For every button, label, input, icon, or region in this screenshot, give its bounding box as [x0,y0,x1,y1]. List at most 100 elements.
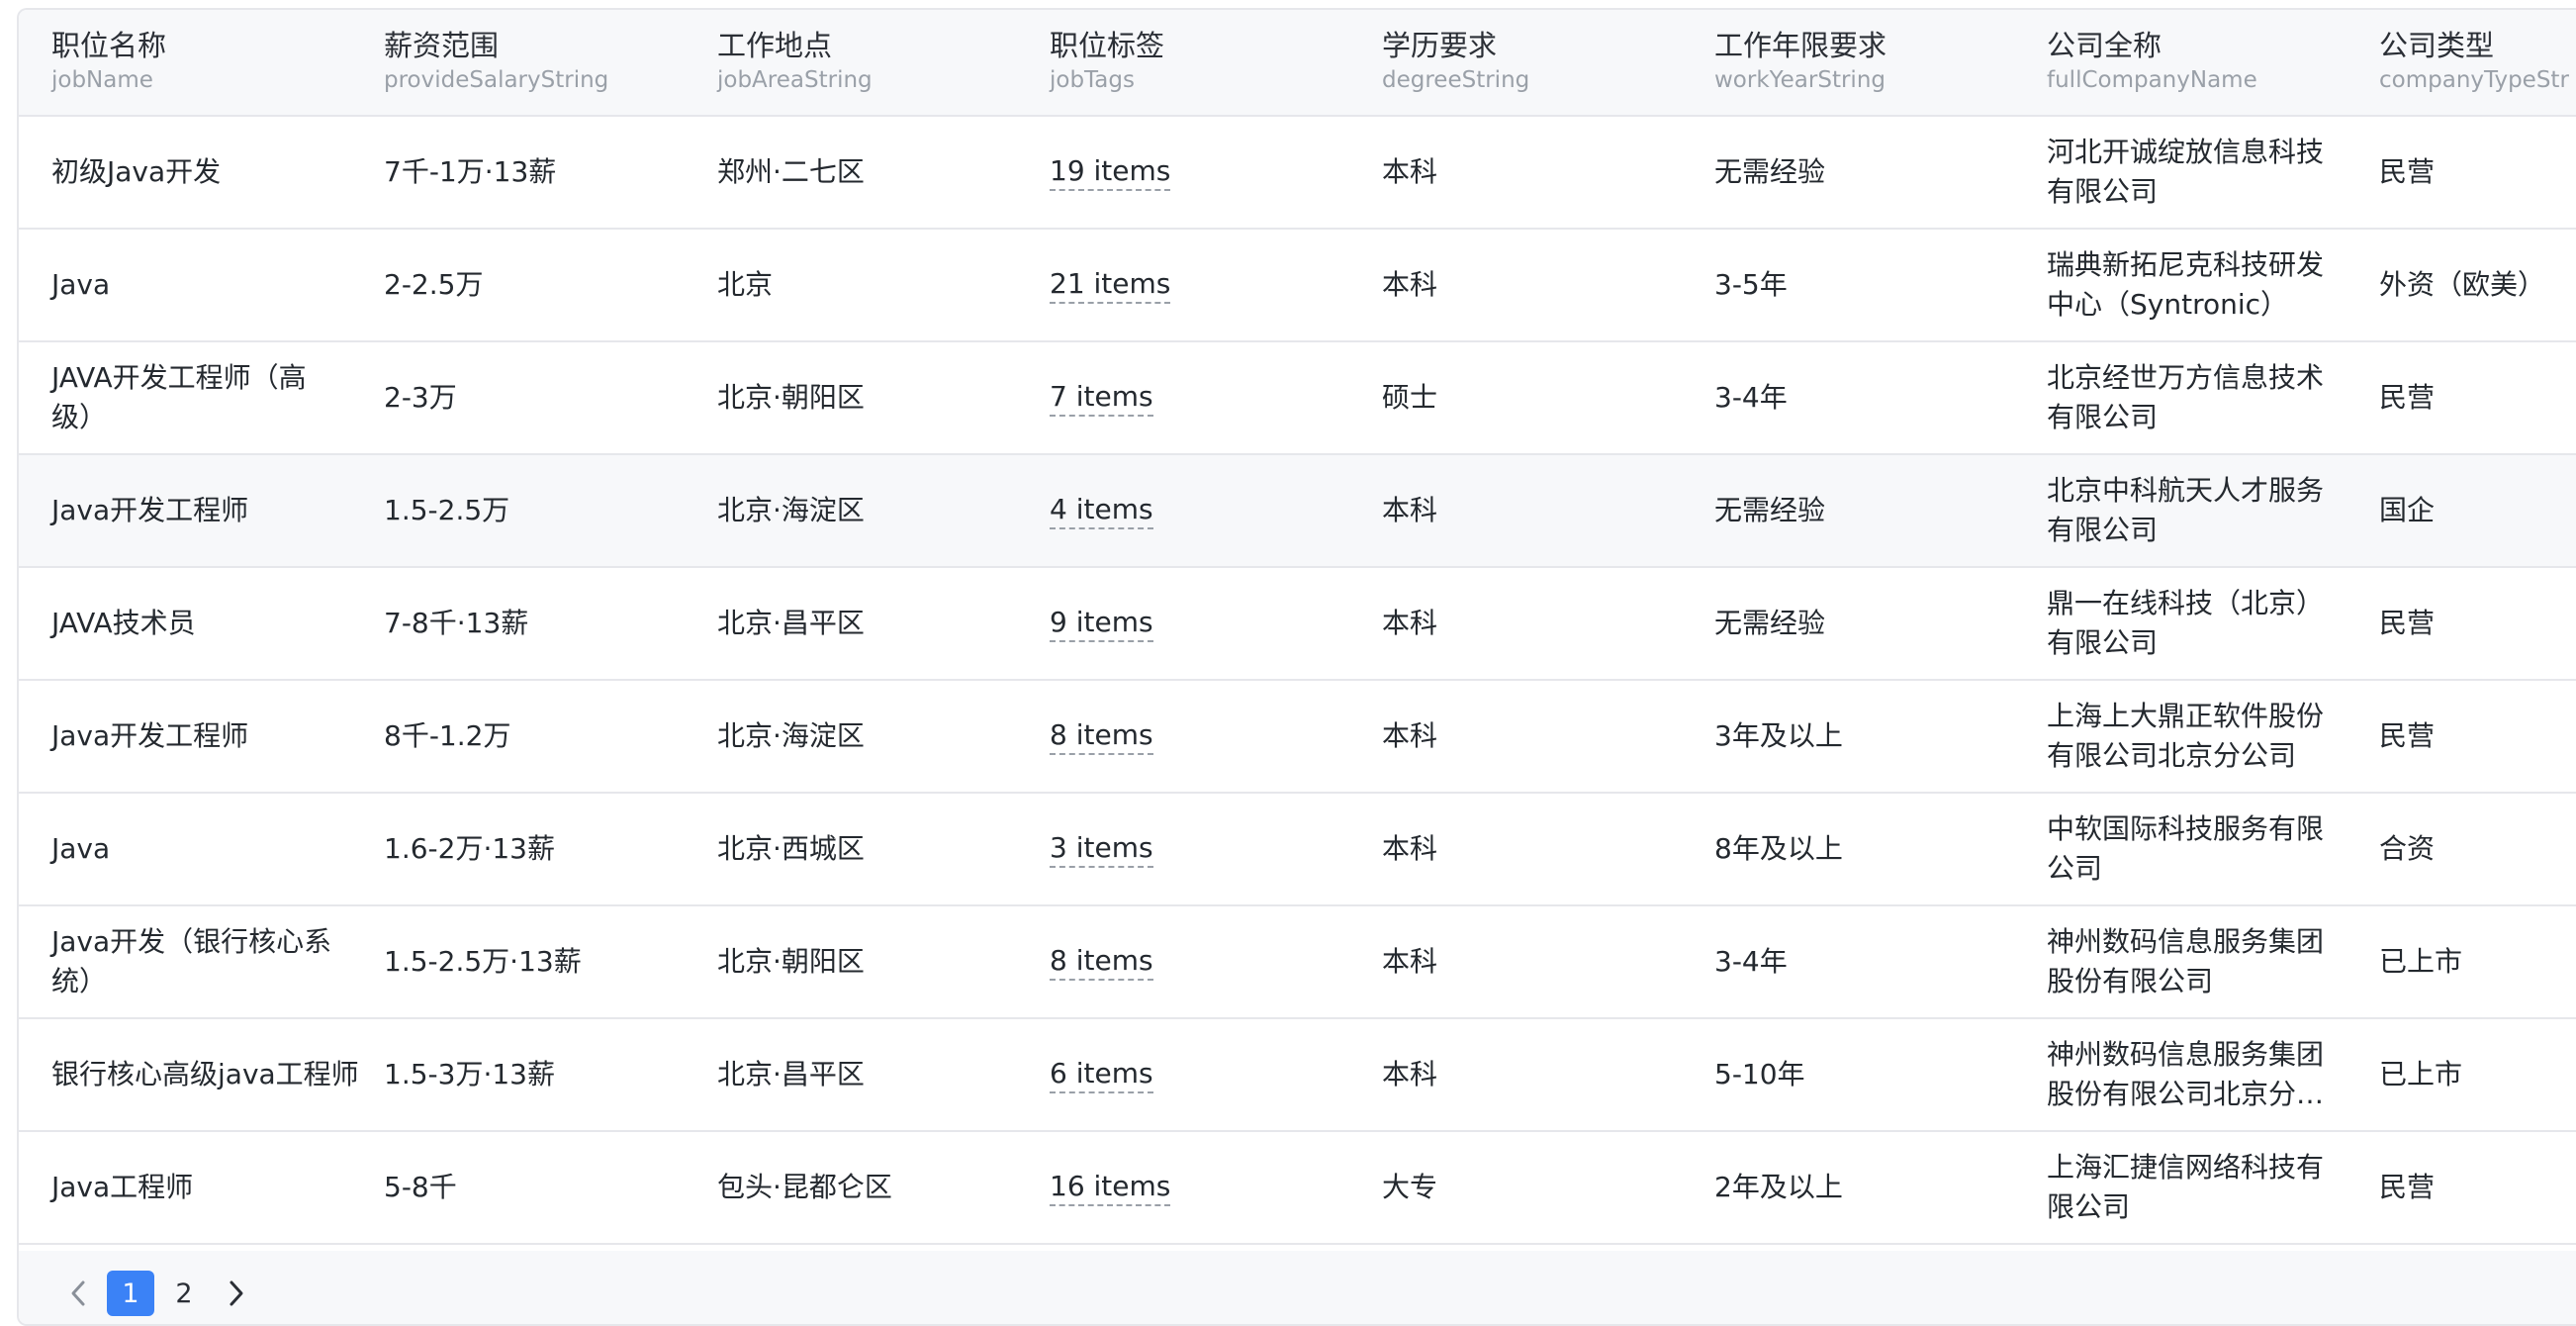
tags-cell: 19 items [1050,117,1366,228]
job-tags-link[interactable]: 8 items [1050,943,1153,981]
area-cell: 北京·朝阳区 [717,381,865,414]
salary-cell: 7-8千·13薪 [384,607,529,639]
work-year-cell: 无需经验 [1714,155,1826,188]
job-name-cell: Java开发工程师 [51,494,249,526]
company-type-cell: 民营 [2379,1171,2436,1203]
job-name-cell: JAVA技术员 [51,607,196,639]
column-header-salary[interactable]: 薪资范围 provideSalaryString [384,28,608,95]
work-year-cell: 3-4年 [1714,945,1788,978]
tags-cell: 16 items [1050,1132,1366,1243]
job-name-cell: Java工程师 [51,1171,194,1203]
table-row: 银行核心高级java工程师 1.5-3万·13薪 北京·昌平区 6 items … [19,1019,2576,1132]
degree-cell: 本科 [1382,155,1438,188]
prev-page-button[interactable] [56,1271,100,1316]
company-cell: 上海汇捷信网络科技有限公司 [2047,1151,2325,1223]
work-year-cell: 5-10年 [1714,1058,1805,1090]
column-header-work-year[interactable]: 工作年限要求 workYearString [1714,28,1886,95]
column-key: provideSalaryString [384,67,609,93]
degree-cell: 本科 [1382,832,1438,865]
column-key: workYearString [1714,67,1886,93]
area-cell: 北京 [717,268,774,301]
column-key: jobAreaString [717,67,873,93]
table-row: 初级Java开发 7千-1万·13薪 郑州·二七区 19 items 本科 无需… [19,117,2576,230]
company-type-cell: 民营 [2379,381,2436,414]
table-row: Java工程师 5-8千 包头·昆都仑区 16 items 大专 2年及以上 上… [19,1132,2576,1245]
work-year-cell: 2年及以上 [1714,1171,1843,1203]
page-button-2[interactable]: 2 [162,1271,206,1316]
column-header-company[interactable]: 公司全称 fullCompanyName [2047,28,2257,95]
tags-cell: 6 items [1050,1019,1366,1130]
pagination: 1 2 [19,1251,2576,1324]
degree-cell: 本科 [1382,945,1438,978]
column-title: 公司类型 [2379,29,2495,62]
work-year-cell: 3年及以上 [1714,719,1843,752]
company-type-cell: 已上市 [2379,1058,2463,1090]
job-name-cell: Java [51,268,111,301]
column-header-area[interactable]: 工作地点 jobAreaString [717,28,873,95]
area-cell: 北京·海淀区 [717,719,865,752]
column-key: degreeString [1382,67,1530,93]
job-name-cell: Java开发（银行核心系统） [51,925,332,997]
next-page-button[interactable] [215,1271,258,1316]
column-header-company-type[interactable]: 公司类型 companyTypeStr [2379,28,2569,95]
company-cell: 北京中科航天人才服务有限公司 [2047,474,2325,546]
column-title: 工作地点 [717,29,833,62]
tags-cell: 3 items [1050,794,1366,904]
job-tags-link[interactable]: 21 items [1050,266,1171,304]
job-tags-link[interactable]: 4 items [1050,492,1153,529]
column-header-job-name[interactable]: 职位名称 jobName [51,28,166,95]
salary-cell: 8千-1.2万 [384,719,511,752]
table-row: Java开发工程师 1.5-2.5万 北京·海淀区 4 items 本科 无需经… [19,455,2576,568]
work-year-cell: 3-4年 [1714,381,1788,414]
work-year-cell: 无需经验 [1714,607,1826,639]
area-cell: 包头·昆都仑区 [717,1171,892,1203]
company-cell: 中软国际科技服务有限公司 [2047,812,2325,885]
area-cell: 北京·昌平区 [717,1058,865,1090]
column-header-tags[interactable]: 职位标签 jobTags [1050,28,1164,95]
job-tags-link[interactable]: 16 items [1050,1169,1171,1206]
company-cell: 神州数码信息服务集团股份有限公司 [2047,925,2325,997]
company-cell: 河北开诚绽放信息科技有限公司 [2047,136,2325,208]
tags-cell: 9 items [1050,568,1366,679]
table-row: JAVA开发工程师（高级） 2-3万 北京·朝阳区 7 items 硕士 3-4… [19,342,2576,455]
degree-cell: 大专 [1382,1171,1438,1203]
tags-cell: 4 items [1050,455,1366,566]
job-name-cell: Java [51,832,111,865]
column-title: 学历要求 [1382,29,1498,62]
degree-cell: 本科 [1382,268,1438,301]
data-table: 职位名称 jobName 薪资范围 provideSalaryString 工作… [17,8,2576,1326]
degree-cell: 硕士 [1382,381,1438,414]
company-cell: 北京经世万方信息技术有限公司 [2047,361,2325,433]
job-tags-link[interactable]: 6 items [1050,1056,1153,1093]
job-name-cell: 银行核心高级java工程师 [51,1058,359,1090]
table-header: 职位名称 jobName 薪资范围 provideSalaryString 工作… [19,10,2576,117]
salary-cell: 1.5-3万·13薪 [384,1058,555,1090]
table-row: Java开发工程师 8千-1.2万 北京·海淀区 8 items 本科 3年及以… [19,681,2576,794]
company-type-cell: 合资 [2379,832,2436,865]
salary-cell: 5-8千 [384,1171,457,1203]
column-header-degree[interactable]: 学历要求 degreeString [1382,28,1529,95]
salary-cell: 2-2.5万 [384,268,484,301]
table-row: Java 1.6-2万·13薪 北京·西城区 3 items 本科 8年及以上 … [19,794,2576,906]
chevron-left-icon [68,1279,88,1307]
column-key: fullCompanyName [2047,67,2257,93]
job-tags-link[interactable]: 3 items [1050,830,1153,868]
job-tags-link[interactable]: 7 items [1050,379,1153,417]
work-year-cell: 无需经验 [1714,494,1826,526]
job-tags-link[interactable]: 9 items [1050,605,1153,642]
column-title: 职位标签 [1050,29,1165,62]
job-tags-link[interactable]: 8 items [1050,717,1153,755]
page-button-1[interactable]: 1 [107,1271,154,1316]
job-name-cell: Java开发工程师 [51,719,249,752]
job-tags-link[interactable]: 19 items [1050,153,1171,191]
table-row: Java开发（银行核心系统） 1.5-2.5万·13薪 北京·朝阳区 8 ite… [19,906,2576,1019]
column-key: jobName [51,67,153,93]
degree-cell: 本科 [1382,1058,1438,1090]
chevron-right-icon [227,1279,246,1307]
column-key: jobTags [1050,67,1135,93]
work-year-cell: 8年及以上 [1714,832,1843,865]
degree-cell: 本科 [1382,607,1438,639]
table-row: JAVA技术员 7-8千·13薪 北京·昌平区 9 items 本科 无需经验 … [19,568,2576,681]
column-title: 薪资范围 [384,29,500,62]
tags-cell: 21 items [1050,230,1366,340]
